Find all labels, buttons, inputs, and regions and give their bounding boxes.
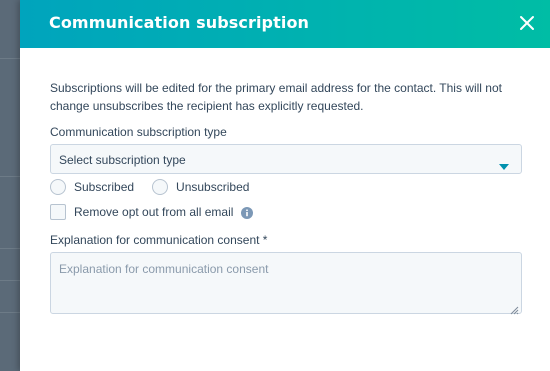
opt-out-label[interactable]: Remove opt out from all email xyxy=(74,205,233,219)
opt-out-checkbox[interactable] xyxy=(50,204,66,220)
subscription-type-select[interactable]: Select subscription type xyxy=(50,144,522,174)
radio-subscribed[interactable]: Subscribed xyxy=(50,179,134,195)
backdrop-divider xyxy=(0,280,20,281)
dialog-title: Communication subscription xyxy=(49,13,310,32)
explanation-textarea[interactable]: Explanation for communication consent xyxy=(50,252,522,315)
radio-label: Subscribed xyxy=(74,180,135,194)
radio-button[interactable] xyxy=(152,179,169,195)
backdrop-divider xyxy=(0,312,20,313)
info-icon[interactable] xyxy=(241,206,254,219)
radio-button[interactable] xyxy=(50,179,66,195)
subscription-status-group: Subscribed Unsubscribed xyxy=(50,178,267,196)
explanation-label: Explanation for communication consent * xyxy=(50,233,268,247)
caret-down-icon xyxy=(499,157,509,175)
subscription-dialog: Communication subscription Subscriptions… xyxy=(20,0,550,371)
close-icon[interactable] xyxy=(516,12,538,34)
radio-label: Unsubscribed xyxy=(176,180,250,194)
backdrop-divider xyxy=(0,248,20,249)
page-backdrop xyxy=(0,0,20,371)
subscription-type-value: Select subscription type xyxy=(59,153,186,167)
subscription-type-label: Communication subscription type xyxy=(50,125,227,139)
resize-handle-icon[interactable] xyxy=(510,302,519,315)
opt-out-row: Remove opt out from all email xyxy=(50,203,254,221)
backdrop-divider xyxy=(0,176,20,177)
explanation-placeholder: Explanation for communication consent xyxy=(59,262,269,276)
intro-text: Subscriptions will be edited for the pri… xyxy=(50,81,502,113)
radio-unsubscribed[interactable]: Unsubscribed xyxy=(152,179,249,195)
backdrop-divider xyxy=(0,58,20,59)
dialog-header: Communication subscription xyxy=(20,0,550,48)
